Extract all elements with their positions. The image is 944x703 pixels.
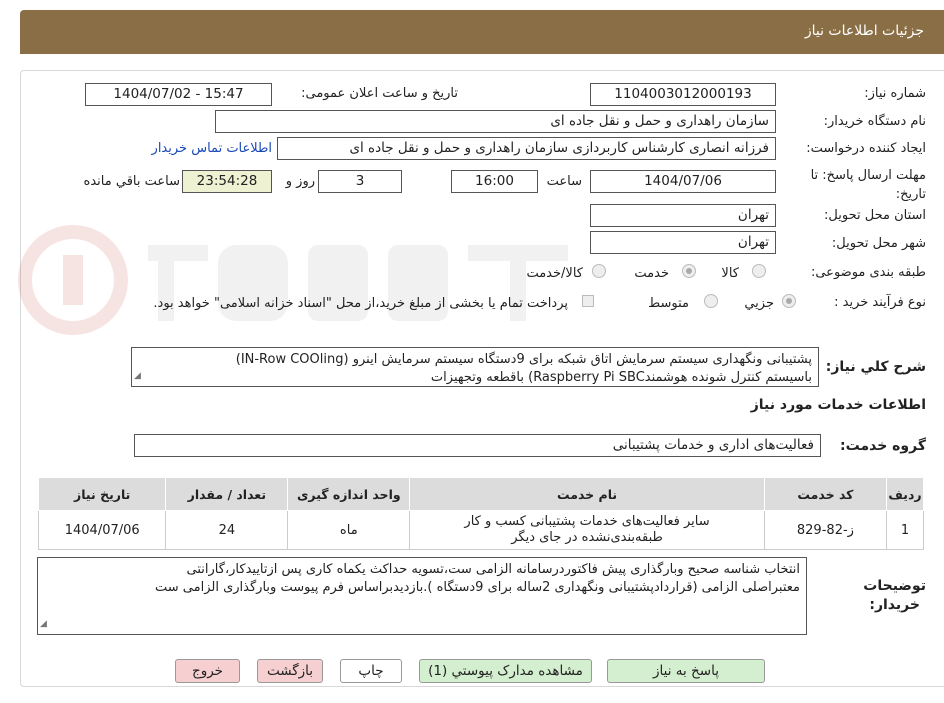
page-title: جزئیات اطلاعات نیاز — [804, 23, 924, 39]
need-number-field: 1104003012000193 — [590, 83, 776, 106]
category-service-label: خدمت — [634, 266, 669, 281]
col-qty-header: تعداد / مقدار — [165, 477, 289, 511]
watermark-logo-icon — [18, 225, 568, 335]
cell-name: سایر فعالیت‌های خدمات پشتیبانی کسب و کار… — [409, 510, 765, 550]
remaining-days-field: 3 — [318, 170, 402, 193]
cell-date: 1404/07/06 — [37, 510, 167, 550]
category-goods-service-radio[interactable] — [592, 264, 606, 278]
page-header: جزئیات اطلاعات نیاز — [20, 10, 944, 54]
back-button[interactable]: بازگشت — [257, 659, 323, 683]
notes-line-2: معتبراصلی الزامی (قراردادپشتیبانی ونگهدا… — [155, 580, 800, 595]
exit-button[interactable]: خروج — [175, 659, 240, 683]
process-medium-radio[interactable] — [704, 294, 718, 308]
process-label: نوع فرآیند خرید : — [834, 295, 926, 310]
deadline-label: مهلت ارسال پاسخ: تا تاریخ: — [810, 168, 926, 202]
resize-grip-icon[interactable]: ◢ — [40, 615, 47, 633]
need-number-label: شماره نیاز: — [864, 86, 926, 101]
category-goods-radio[interactable] — [752, 264, 766, 278]
cell-name-line-1: سایر فعالیت‌های خدمات پشتیبانی کسب و کار — [464, 514, 710, 529]
notes-line-1: انتخاب شناسه صحیح وبارگذاری پیش فاکتوردر… — [186, 562, 800, 577]
table-header-row: ردیف کد خدمت نام خدمت واحد اندازه گیری ت… — [37, 477, 924, 511]
notes-textarea: انتخاب شناسه صحیح وبارگذاری پیش فاکتوردر… — [37, 557, 807, 635]
cell-qty: 24 — [165, 510, 289, 550]
view-attachments-button[interactable]: مشاهده مدارک پیوستي (1) — [419, 659, 592, 683]
col-name-header: نام خدمت — [409, 477, 765, 511]
summary-line-2: باسیستم کنترل شونده هوشمندRaspberry Pi S… — [430, 370, 812, 385]
reply-button[interactable]: پاسخ به نیاز — [607, 659, 765, 683]
notes-label-line-2: خریدار: — [869, 597, 920, 613]
print-button[interactable]: چاپ — [340, 659, 402, 683]
process-minor-radio[interactable] — [782, 294, 796, 308]
remaining-time-field: 23:54:28 — [182, 170, 272, 193]
service-group-label: گروه خدمت: — [840, 438, 926, 454]
resize-grip-icon[interactable]: ◢ — [134, 367, 141, 385]
treasury-note: پرداخت تمام یا بخشی از مبلغ خرید،از محل … — [153, 296, 568, 311]
days-label: روز و — [285, 174, 315, 189]
col-code-header: کد خدمت — [763, 477, 888, 511]
province-label: استان محل تحویل: — [824, 208, 926, 223]
col-unit-header: واحد اندازه گیری — [287, 477, 411, 511]
requester-field: فرزانه انصاری کارشناس کاربردازی سازمان ر… — [277, 137, 776, 160]
process-medium-label: متوسط — [648, 296, 689, 311]
treasury-checkbox[interactable] — [582, 295, 594, 307]
announce-date-label: تاریخ و ساعت اعلان عمومی: — [301, 86, 458, 101]
summary-textarea: پشتیبانی ونگهداری سیستم سرمایش اتاق شبکه… — [131, 347, 819, 387]
service-group-field: فعالیت‌های اداری و خدمات پشتیبانی — [134, 434, 821, 457]
city-field: تهران — [590, 231, 776, 254]
col-row-header: ردیف — [886, 477, 924, 511]
cell-unit: ماه — [287, 510, 411, 550]
category-goods-label: کالا — [721, 266, 739, 281]
col-date-header: تاریخ نیاز — [37, 477, 167, 511]
process-minor-label: جزیي — [744, 296, 774, 311]
notes-label-line-1: توضیحات — [863, 578, 926, 594]
notes-label: توضیحات خریدار: — [863, 577, 926, 615]
deadline-time-label: ساعت — [546, 174, 582, 189]
province-field: تهران — [590, 204, 776, 227]
category-label: طبقه بندی موضوعی: — [810, 265, 926, 280]
services-section-title: اطلاعات خدمات مورد نیاز — [750, 397, 926, 413]
cell-name-line-2: طبقه‌بندی‌نشده در جای دیگر — [511, 530, 663, 545]
buyer-org-field: سازمان راهداری و حمل و نقل جاده ای — [215, 110, 776, 133]
table-row: 1 ز-82-829 سایر فعالیت‌های خدمات پشتیبان… — [37, 510, 924, 550]
services-table: ردیف کد خدمت نام خدمت واحد اندازه گیری ت… — [37, 477, 924, 550]
deadline-time-field: 16:00 — [451, 170, 538, 193]
summary-label: شرح کلي نیاز: — [825, 359, 926, 375]
remaining-time-label: ساعت باقي مانده — [83, 174, 180, 189]
summary-line-1: پشتیبانی ونگهداری سیستم سرمایش اتاق شبکه… — [235, 352, 812, 367]
city-label: شهر محل تحویل: — [831, 236, 926, 251]
category-service-radio[interactable] — [682, 264, 696, 278]
category-goods-service-label: کالا/خدمت — [526, 266, 583, 281]
requester-label: ایجاد کننده درخواست: — [806, 141, 926, 156]
buyer-org-label: نام دستگاه خریدار: — [823, 114, 926, 129]
deadline-date-field: 1404/07/06 — [590, 170, 776, 193]
announce-date-field: 1404/07/02 - 15:47 — [85, 83, 272, 106]
buyer-contact-link[interactable]: اطلاعات تماس خریدار — [152, 141, 272, 156]
cell-row: 1 — [886, 510, 924, 550]
cell-code: ز-82-829 — [763, 510, 888, 550]
